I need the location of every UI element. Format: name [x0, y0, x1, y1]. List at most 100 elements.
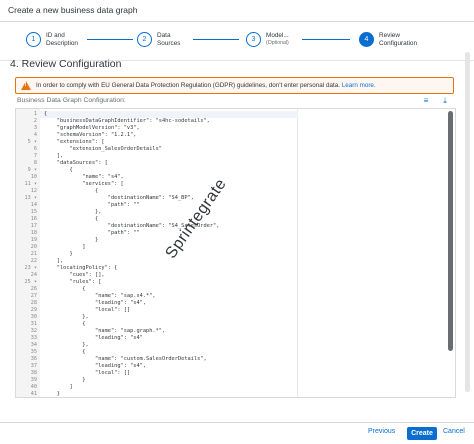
line-number: 28 — [30, 300, 37, 306]
code-line: } — [44, 251, 73, 257]
step-label: Configuration — [379, 39, 418, 47]
previous-button[interactable]: Previous — [368, 428, 395, 435]
code-line: { — [44, 167, 73, 173]
code-line: "path": "" — [44, 230, 140, 236]
gdpr-warning-strip: In order to comply with EU General Data … — [15, 77, 454, 94]
line-number: 15 — [30, 209, 37, 215]
cancel-button[interactable]: Cancel — [443, 428, 465, 435]
step-label: Data — [157, 32, 171, 39]
code-line: "businessDataGraphIdentifier": "s4hc-sod… — [44, 118, 210, 124]
step-sublabel: (Optional) — [266, 39, 289, 46]
code-line: }, — [44, 342, 89, 348]
learn-more-link[interactable]: Learn more. — [342, 82, 376, 89]
code-line: { — [40, 111, 298, 118]
code-line: "cues": [], — [44, 272, 105, 278]
code-line: ], — [44, 153, 64, 159]
line-number: 1 — [33, 111, 37, 117]
line-number: 7 — [33, 153, 37, 159]
format-icon[interactable]: ≡ — [421, 96, 431, 106]
code-line: { — [44, 321, 86, 327]
line-number-gutter: 12345 ▾ 6 7 8 9 ▾ 10 11 ▾ 12 13 ▾ 14 15 16 17 18 19 20 2… — [16, 109, 40, 397]
code-line: "path": "" — [44, 202, 140, 208]
code-line: ] — [44, 244, 86, 250]
wizard-progress: 1 ID and Description 2 Data Sources 3 Mo… — [0, 23, 474, 61]
line-number: 22 — [30, 258, 37, 264]
code-line: { — [44, 188, 99, 194]
code-line: "local": [] — [44, 370, 131, 376]
line-number: 31 — [30, 321, 37, 327]
code-line: "graphModelVersion": "v3", — [44, 125, 140, 131]
code-line: "schemaVersion": "1.2.1", — [44, 132, 137, 138]
step-label: ID and — [46, 32, 65, 39]
line-number: 12 — [30, 188, 37, 194]
line-number: 33 — [30, 335, 37, 341]
code-line: } — [44, 377, 86, 383]
code-line: } — [44, 237, 99, 243]
step-label: Model... — [266, 32, 289, 39]
section-title: 4. Review Configuration — [10, 58, 122, 70]
line-number: 25 ▾ — [24, 279, 38, 285]
step-number: 3 — [246, 32, 261, 47]
code-line: "destinationName": "S4_BP", — [44, 195, 194, 201]
line-number: 5 ▾ — [27, 139, 37, 145]
line-number: 26 — [30, 286, 37, 292]
dialog-footer: Previous Create Cancel — [0, 422, 474, 444]
code-line: "leading": "s4", — [44, 300, 147, 306]
code-line: "extension_SalesOrderDetails" — [44, 146, 163, 152]
code-line: }, — [44, 209, 102, 215]
line-number: 39 — [30, 377, 37, 383]
line-number: 20 — [30, 244, 37, 250]
code-line: "dataSources": [ — [44, 160, 108, 166]
line-number: 10 — [30, 174, 37, 180]
step-connector — [87, 39, 133, 40]
config-label: Business Data Graph Configuration: — [17, 97, 126, 104]
line-number: 29 — [30, 307, 37, 313]
step-label: Description — [46, 39, 78, 47]
step-number: 4 — [359, 32, 374, 47]
print-margin — [297, 109, 298, 397]
code-line: "name": "sap.s4.*", — [44, 293, 156, 299]
code-line: { — [44, 349, 86, 355]
line-number: 40 — [30, 384, 37, 390]
code-line: { — [44, 286, 86, 292]
dialog-scrollbar[interactable] — [465, 52, 470, 392]
json-code-editor[interactable]: 12345 ▾ 6 7 8 9 ▾ 10 11 ▾ 12 13 ▾ 14 15 16 17 18 19 20 2… — [15, 108, 456, 398]
line-number: 8 — [33, 160, 37, 166]
line-number: 14 — [30, 202, 37, 208]
line-number: 34 — [30, 342, 37, 348]
line-number: 9 ▾ — [27, 167, 37, 173]
line-number: 32 — [30, 328, 37, 334]
line-number: 23 ▾ — [24, 265, 38, 271]
line-number: 6 — [33, 146, 37, 152]
line-number: 17 — [30, 223, 37, 229]
code-line: } — [44, 391, 60, 397]
step-label: Sources — [157, 39, 181, 47]
gdpr-message: In order to comply with EU General Data … — [36, 82, 340, 89]
editor-scrollbar[interactable] — [448, 111, 453, 351]
line-number: 35 — [30, 349, 37, 355]
code-line: "name": "sap.graph.*", — [44, 328, 166, 334]
step-connector — [193, 39, 239, 40]
dialog-header: Create a new business data graph — [0, 0, 474, 22]
line-number: 4 — [33, 132, 37, 138]
step-connector — [302, 39, 350, 40]
line-number: 16 — [30, 216, 37, 222]
code-line: "leading": "s4", — [44, 363, 147, 369]
create-button[interactable]: Create — [407, 427, 437, 440]
wizard-step-3[interactable]: 3 Model... (Optional) — [246, 32, 289, 47]
code-line: "rules": [ — [44, 279, 102, 285]
code-line: "leading": "s4" — [44, 335, 143, 341]
wizard-step-2[interactable]: 2 Data Sources — [137, 32, 180, 47]
code-line: "local": [] — [44, 307, 131, 313]
wizard-step-4[interactable]: 4 Review Configuration — [359, 32, 417, 47]
line-number: 3 — [33, 125, 37, 131]
line-number: 24 — [30, 272, 37, 278]
code-line: "extensions": [ — [44, 139, 105, 145]
line-number: 30 — [30, 314, 37, 320]
download-icon[interactable]: ⤓ — [440, 96, 450, 106]
line-number: 38 — [30, 370, 37, 376]
step-number: 1 — [26, 32, 41, 47]
code-line: ], — [44, 258, 64, 264]
code-line: "name": "s4", — [44, 174, 124, 180]
wizard-step-1[interactable]: 1 ID and Description — [26, 32, 78, 47]
